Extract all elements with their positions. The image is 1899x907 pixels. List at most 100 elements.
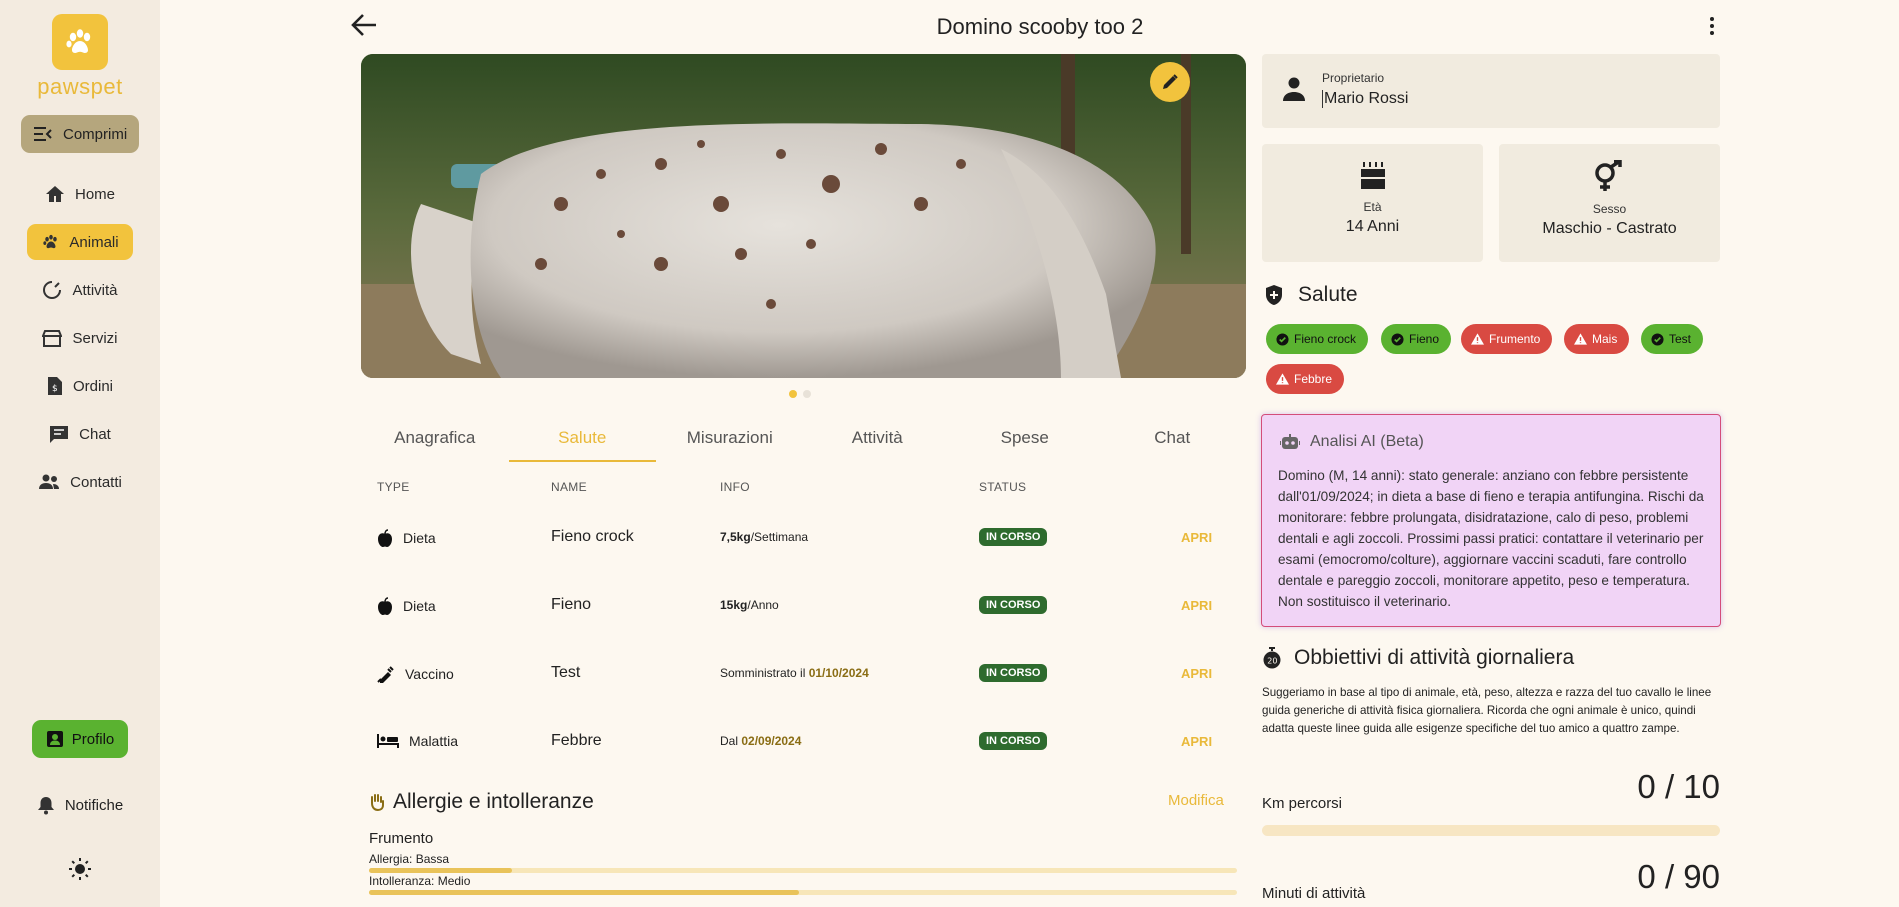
owner-field[interactable]: Proprietario Mario Rossi [1262, 54, 1720, 128]
open-button[interactable]: APRI [1181, 734, 1212, 749]
chip-label: Test [1669, 332, 1692, 346]
table-row[interactable]: Dieta Fieno 15kg/Anno IN CORSO APRI [361, 575, 1246, 643]
profile-label: Profilo [71, 730, 115, 748]
theme-toggle[interactable] [68, 857, 92, 886]
check-circle-icon [1391, 332, 1404, 346]
sidebar-item-label: Ordini [72, 377, 113, 395]
name-cell: Febbre [551, 732, 602, 749]
timer-icon: 20 [1263, 647, 1281, 669]
column-header-name: NAME [551, 480, 587, 494]
collapse-button[interactable]: Comprimi [21, 115, 139, 153]
sick-bed-icon [377, 734, 399, 748]
column-header-type: TYPE [377, 480, 410, 494]
gender-icon [1594, 160, 1622, 191]
info-amount: 7,5kg [720, 530, 751, 544]
tab-attivita[interactable]: Attività [804, 418, 952, 462]
health-chip[interactable]: Fieno crock [1266, 324, 1369, 354]
chip-label: Fieno [1409, 332, 1440, 346]
kebab-menu-icon [1710, 17, 1714, 35]
health-title-text: Salute [1298, 283, 1358, 306]
svg-text:20: 20 [1267, 657, 1277, 666]
notifications-button[interactable]: Notifiche [0, 795, 160, 815]
ai-analysis-text: Domino (M, 14 anni): stato generale: anz… [1278, 468, 1704, 609]
age-label: Età [1363, 200, 1382, 214]
carousel-dot[interactable] [803, 390, 811, 398]
info-date: 01/10/2024 [808, 666, 869, 680]
sidebar-item-home[interactable]: Home [0, 176, 160, 212]
sidebar-item-ordini[interactable]: $ Ordini [0, 368, 160, 404]
sidebar-item-servizi[interactable]: Servizi [0, 320, 160, 356]
paw-icon [43, 234, 58, 249]
sidebar-item-chat[interactable]: Chat [0, 416, 160, 452]
intolerance-level-label: Intolleranza: Medio [369, 874, 471, 888]
open-button[interactable]: APRI [1181, 666, 1212, 681]
robot-icon [1280, 434, 1300, 449]
health-chip[interactable]: Mais [1564, 324, 1630, 354]
name-cell: Test [551, 664, 581, 681]
open-button[interactable]: APRI [1181, 530, 1212, 545]
age-value: 14 Anni [1345, 218, 1400, 235]
minutes-value: 0 / 90 [1637, 858, 1720, 895]
status-badge: IN CORSO [979, 664, 1048, 682]
sidebar-item-animali[interactable]: Animali [0, 224, 160, 260]
type-label: Malattia [409, 733, 459, 749]
hand-icon [371, 794, 384, 811]
ai-title: Analisi AI (Beta) [1310, 433, 1424, 450]
sidebar-item-label: Attività [72, 281, 118, 299]
chip-label: Febbre [1294, 372, 1333, 386]
health-chip[interactable]: Test [1641, 324, 1704, 354]
goals-title-text: Obbiettivi di attività giornaliera [1294, 646, 1575, 669]
column-header-info: INFO [720, 480, 750, 494]
tab-spese[interactable]: Spese [951, 418, 1099, 462]
type-label: Dieta [403, 598, 436, 614]
tab-misurazioni[interactable]: Misurazioni [656, 418, 804, 462]
sidebar-item-contatti[interactable]: Contatti [0, 464, 160, 500]
more-button[interactable] [1708, 16, 1716, 41]
profile-button[interactable]: Profilo [32, 720, 128, 758]
status-badge: IN CORSO [979, 732, 1048, 750]
apple-icon [378, 529, 392, 547]
carousel-dots [789, 390, 811, 398]
bell-icon [37, 797, 54, 815]
type-cell: Malattia [377, 733, 458, 749]
type-cell: Dieta [377, 529, 436, 547]
owner-label: Proprietario [1322, 71, 1385, 85]
tab-chat[interactable]: Chat [1099, 418, 1247, 462]
sidebar-item-label: Home [74, 185, 115, 203]
table-row[interactable]: Vaccino Test Somministrato il 01/10/2024… [361, 643, 1246, 711]
open-button[interactable]: APRI [1181, 598, 1212, 613]
contacts-icon [39, 474, 60, 489]
sun-icon [69, 858, 91, 880]
health-chip[interactable]: Febbre [1266, 364, 1345, 394]
animal-photo[interactable] [361, 54, 1246, 378]
carousel-dot-active[interactable] [789, 390, 797, 398]
tab-bar: Anagrafica Salute Misurazioni Attività S… [361, 418, 1246, 462]
logo[interactable] [52, 14, 108, 70]
km-value: 0 / 10 [1637, 768, 1720, 805]
edit-allergies-link[interactable]: Modifica [1168, 792, 1224, 809]
tab-salute[interactable]: Salute [508, 418, 656, 462]
column-header-status: STATUS [979, 480, 1027, 494]
tab-anagrafica[interactable]: Anagrafica [361, 418, 509, 462]
health-chip[interactable]: Fieno [1381, 324, 1452, 354]
owner-value[interactable]: Mario Rossi [1322, 90, 1408, 108]
edit-photo-button[interactable] [1150, 62, 1190, 102]
sidebar: pawspet Comprimi Home Animali Attività S… [0, 0, 160, 907]
horse-photo [361, 54, 1246, 378]
health-chip[interactable]: Frumento [1461, 324, 1553, 354]
info-period: /Settimana [750, 530, 809, 544]
table-row[interactable]: Dieta Fieno crock 7,5kg/Settimana IN COR… [361, 507, 1246, 575]
info-amount: 15kg [720, 598, 748, 612]
info-cell: 15kg/Anno [720, 598, 779, 612]
type-cell: Vaccino [377, 665, 454, 683]
back-button[interactable] [350, 12, 378, 43]
allergy-level-fill [369, 868, 513, 873]
sidebar-item-attivita[interactable]: Attività [0, 272, 160, 308]
intolerance-level-bar [369, 890, 1237, 895]
syringe-icon [377, 666, 394, 683]
table-row[interactable]: Malattia Febbre Dal 02/09/2024 IN CORSO … [361, 711, 1246, 779]
sex-label: Sesso [1592, 202, 1627, 216]
page-title: Domino scooby too 2 [936, 14, 1144, 39]
allergy-level-bar [369, 868, 1237, 873]
status-badge: IN CORSO [979, 596, 1048, 614]
